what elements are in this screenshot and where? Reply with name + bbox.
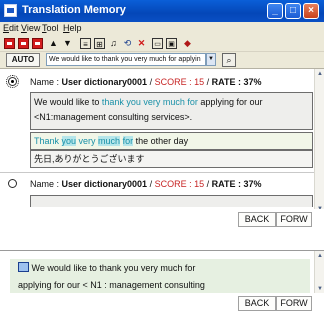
- up-arrow-icon[interactable]: ▲: [48, 38, 59, 49]
- scroll-up-icon[interactable]: ▲: [316, 70, 324, 78]
- music-icon[interactable]: ♫: [108, 38, 119, 49]
- window-title: Translation Memory: [22, 4, 126, 16]
- auto-button[interactable]: AUTO: [6, 53, 40, 67]
- preview-nav-bar: BACK FORW: [0, 293, 324, 312]
- scroll-down-icon[interactable]: ▼: [316, 285, 324, 293]
- auto-bar: AUTO We would like to thank you very muc…: [0, 52, 324, 68]
- frame-icon[interactable]: ▣: [166, 38, 177, 49]
- matched-phrase: thank you very much for: [101, 97, 198, 107]
- source-sentence: We would like to thank you very much for…: [30, 92, 313, 130]
- toolbar: ▲ ▼ ≡ ⊞ ♫ ⟲ ✕ ▭ ▣ ◆: [0, 36, 324, 52]
- rate-value: RATE : 37%: [211, 179, 262, 189]
- minimize-button[interactable]: _: [267, 3, 283, 19]
- forward-button[interactable]: FORW: [276, 212, 312, 227]
- forward-button[interactable]: FORW: [276, 296, 312, 311]
- close-button[interactable]: ×: [303, 3, 319, 19]
- menu-tool[interactable]: Tool: [42, 23, 59, 33]
- score-value: SCORE : 15: [154, 179, 205, 189]
- down-arrow-icon[interactable]: ▼: [62, 38, 73, 49]
- results-scrollbar[interactable]: ▲ ▼: [314, 69, 324, 219]
- red-doc-icon[interactable]: [18, 38, 29, 49]
- dictionary-name: User dictionary0001: [61, 77, 148, 87]
- red-doc-icon[interactable]: [32, 38, 43, 49]
- target-sentence: Thank you very much for the other day: [30, 132, 313, 150]
- back-button[interactable]: BACK: [238, 212, 276, 227]
- menu-edit[interactable]: Edit: [3, 23, 19, 33]
- target-sentence-jp: 先日,ありがとうございます: [30, 150, 313, 168]
- menu-bar: Edit View Tool Help: [0, 22, 324, 36]
- menu-view[interactable]: View: [21, 23, 40, 33]
- search-icon[interactable]: ⌕: [222, 53, 236, 67]
- match-results-pane: ▲ ▼ Name : User dictionary0001 / SCORE :…: [0, 68, 324, 232]
- title-bar: Translation Memory _ □ ×: [0, 0, 324, 22]
- frame-icon[interactable]: ▭: [152, 38, 163, 49]
- app-icon: [4, 4, 17, 17]
- entry-header: Name : User dictionary0001 / SCORE : 15 …: [30, 179, 262, 189]
- match-radio[interactable]: [6, 75, 19, 88]
- divider: [0, 172, 314, 173]
- table-icon[interactable]: ≡: [80, 38, 91, 49]
- diamond-icon[interactable]: ◆: [182, 38, 193, 49]
- source-sentence-clipped: [30, 195, 313, 207]
- table-icon[interactable]: ⊞: [94, 38, 105, 49]
- chevron-down-icon[interactable]: ▼: [206, 53, 216, 66]
- delete-icon[interactable]: ✕: [136, 38, 147, 49]
- scroll-up-icon[interactable]: ▲: [316, 252, 324, 260]
- match-radio[interactable]: [8, 179, 17, 188]
- red-doc-icon[interactable]: [4, 38, 15, 49]
- rate-value: RATE : 37%: [211, 77, 262, 87]
- entry-header: Name : User dictionary0001 / SCORE : 15 …: [30, 77, 262, 87]
- source-text-combobox[interactable]: We would like to thank you very much for…: [46, 53, 206, 66]
- dictionary-name: User dictionary0001: [61, 179, 148, 189]
- edit-icon[interactable]: [18, 262, 29, 272]
- preview-text-box: We would like to thank you very much for…: [10, 259, 310, 297]
- menu-help[interactable]: Help: [63, 23, 82, 33]
- back-button[interactable]: BACK: [238, 296, 276, 311]
- maximize-button[interactable]: □: [285, 3, 301, 19]
- results-nav-bar: BACK FORW: [0, 209, 324, 228]
- link-icon[interactable]: ⟲: [122, 38, 133, 49]
- score-value: SCORE : 15: [154, 77, 205, 87]
